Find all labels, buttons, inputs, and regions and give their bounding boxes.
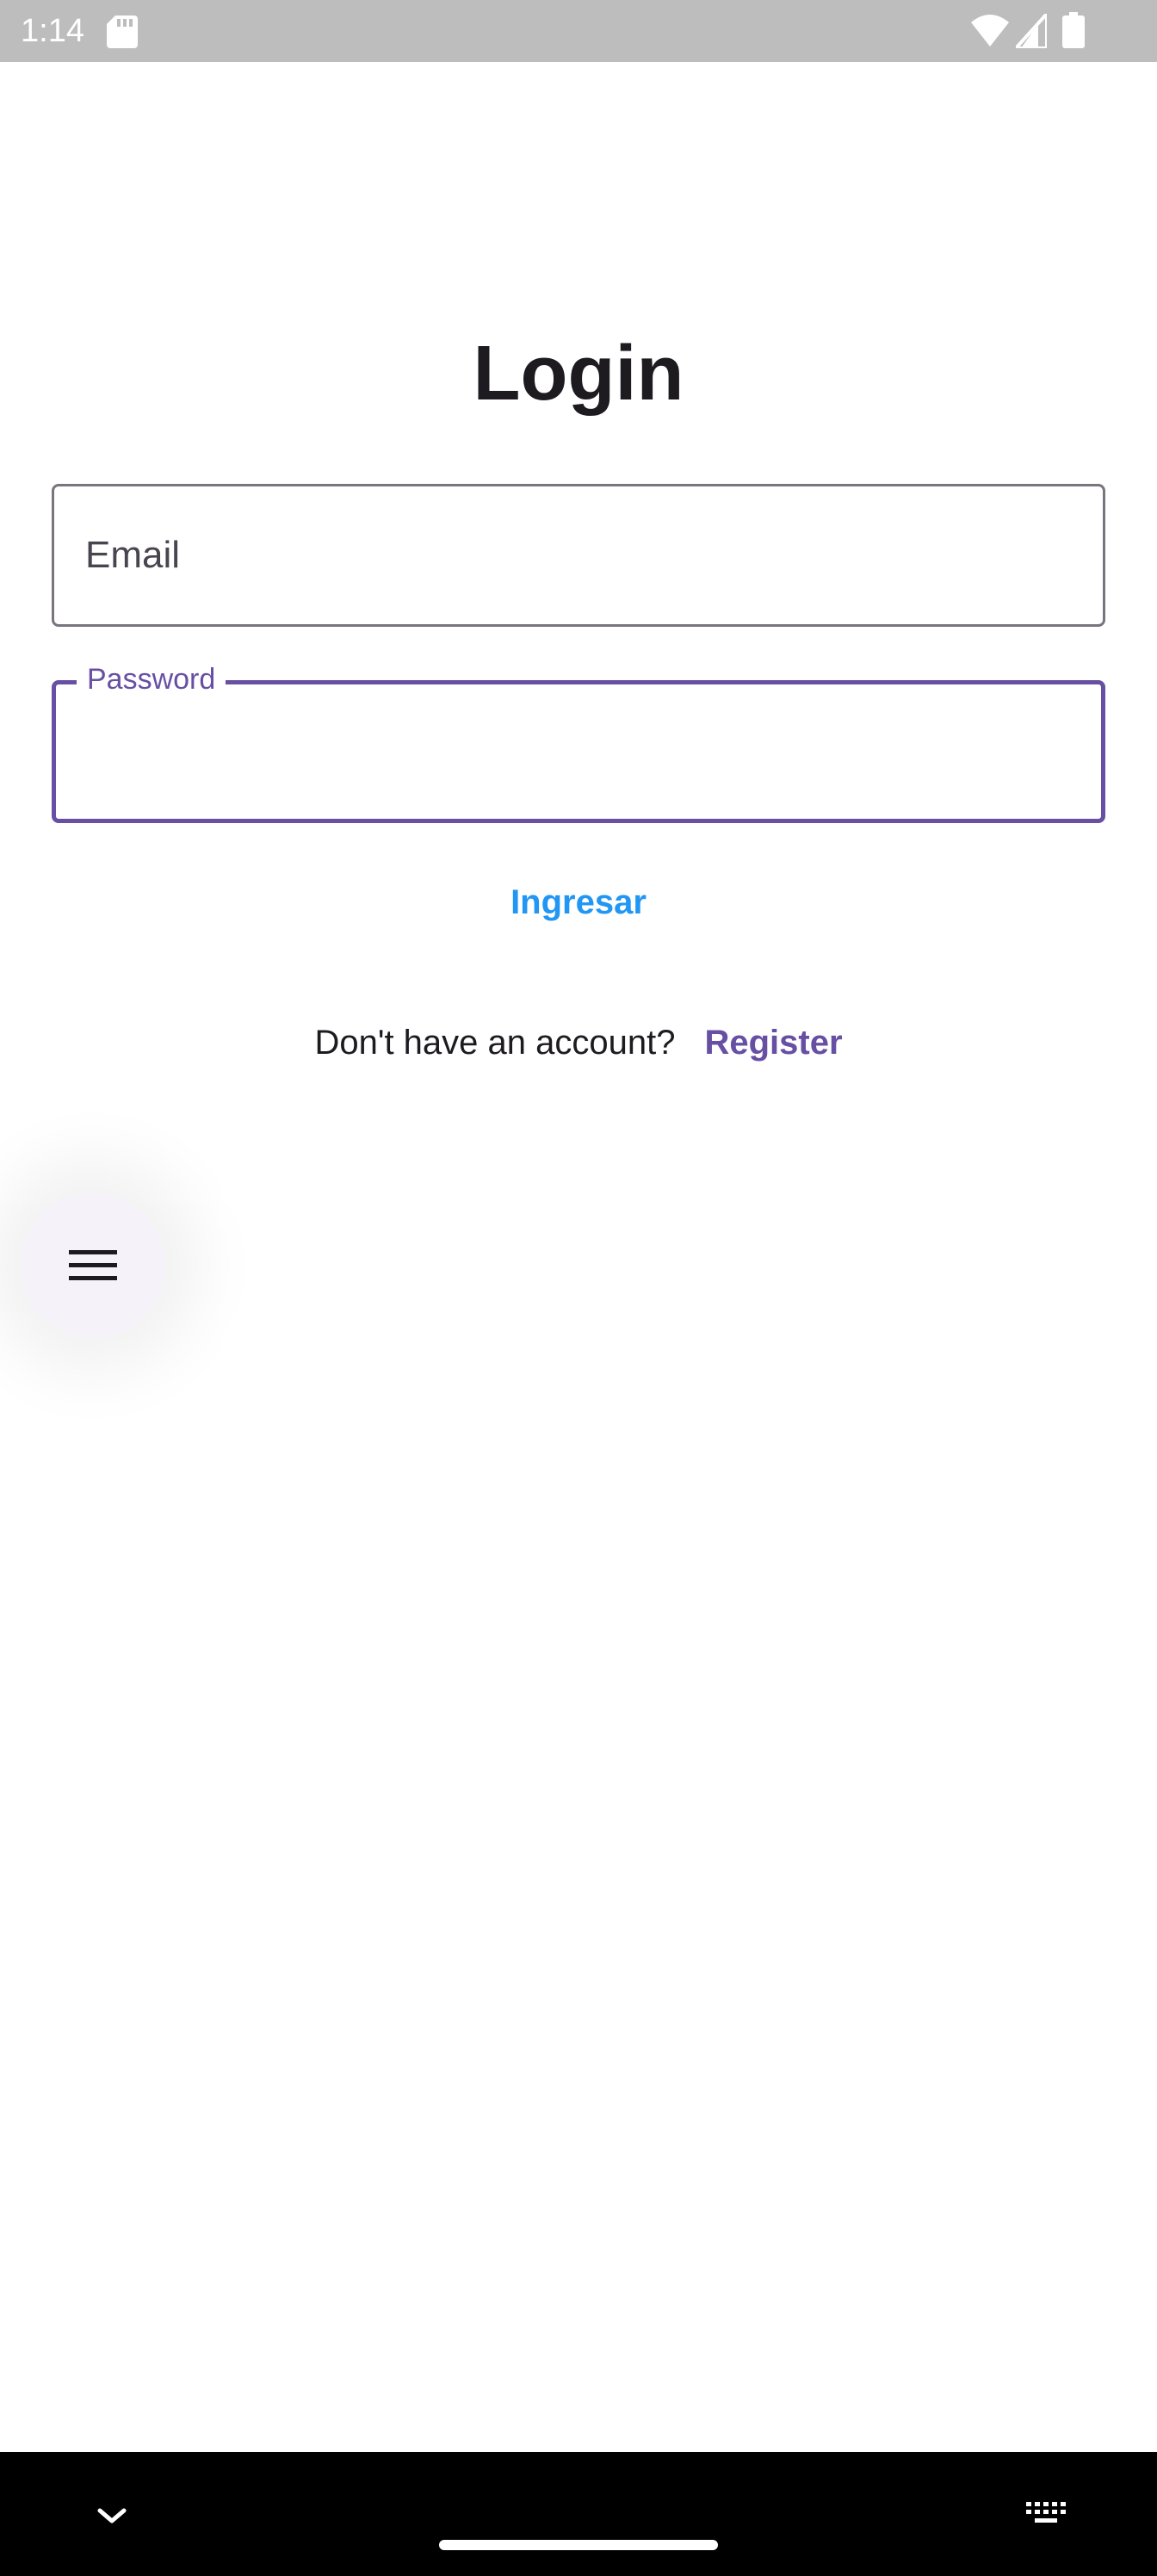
register-prompt: Don't have an account? (314, 1024, 676, 1062)
sd-card-icon (107, 15, 138, 48)
email-label: Email (85, 534, 181, 576)
nav-bar (0, 2452, 1157, 2576)
register-link[interactable]: Register (704, 1024, 842, 1062)
battery-icon (1062, 12, 1085, 48)
keyboard-icon[interactable] (1024, 2500, 1067, 2526)
email-field[interactable]: Email (52, 484, 1105, 627)
status-bar: 1:14 (0, 0, 1157, 62)
page-title: Login (473, 331, 684, 417)
home-pill[interactable] (439, 2540, 718, 2550)
menu-fab-button[interactable] (21, 1193, 165, 1338)
status-time: 1:14 (21, 13, 84, 49)
chevron-down-icon[interactable] (96, 2505, 127, 2526)
password-label: Password (77, 662, 226, 697)
wifi-icon (971, 15, 1009, 46)
menu-icon (69, 1250, 117, 1280)
password-field[interactable]: Password (52, 662, 1105, 823)
ingresar-button[interactable]: Ingresar (467, 866, 690, 938)
signal-icon (1016, 14, 1047, 48)
register-row: Don't have an account? Register (0, 1012, 1157, 1073)
